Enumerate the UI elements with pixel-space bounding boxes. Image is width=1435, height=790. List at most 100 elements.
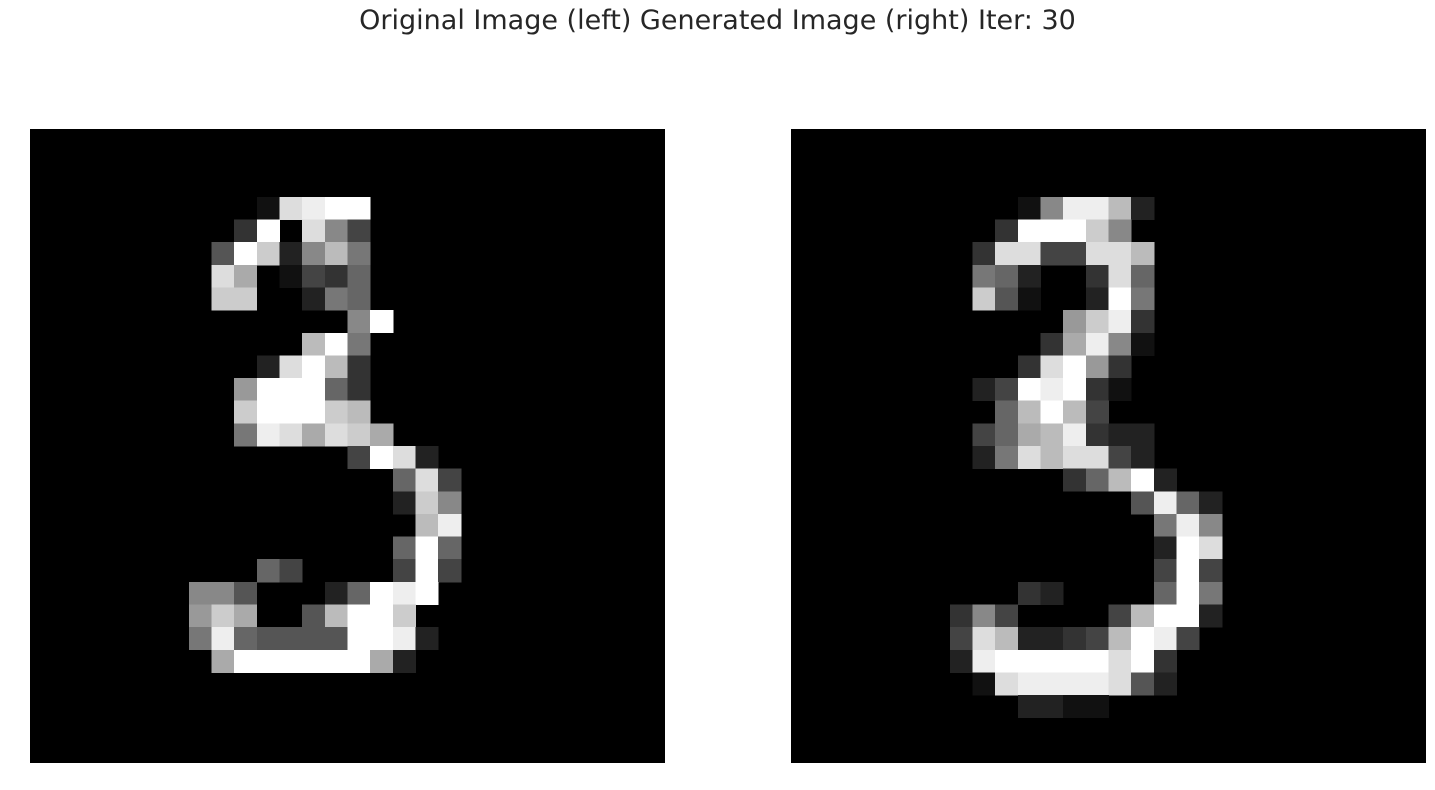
pixel [1085, 196, 1109, 221]
pixel [1040, 400, 1064, 424]
pixel [1131, 468, 1155, 492]
pixel [347, 242, 371, 266]
pixel [324, 264, 348, 288]
pixel [211, 581, 235, 605]
pixel [324, 355, 348, 379]
pixel [1063, 672, 1087, 696]
pixel [1108, 627, 1132, 651]
pixel [302, 332, 326, 356]
pixel [1040, 242, 1064, 266]
pixel [1131, 196, 1155, 221]
pixel [972, 649, 996, 673]
pixel [256, 242, 280, 266]
pixel [347, 423, 371, 447]
pixel [324, 604, 348, 628]
pixel [279, 627, 303, 651]
pixel [1131, 287, 1155, 311]
pixel [1040, 627, 1064, 651]
pixel [370, 446, 394, 470]
pixel [370, 627, 394, 651]
pixel [347, 581, 371, 605]
pixel [324, 581, 348, 605]
pixel [1153, 559, 1177, 583]
pixel [1176, 536, 1200, 560]
pixel [1040, 649, 1064, 673]
pixel [347, 310, 371, 334]
pixel [1040, 672, 1064, 696]
pixel [1153, 581, 1177, 605]
pixel [1131, 332, 1155, 356]
pixel [347, 332, 371, 356]
pixel [1040, 581, 1064, 605]
pixel [256, 355, 280, 379]
pixel [392, 491, 416, 515]
pixel [279, 559, 303, 583]
pixel [1085, 355, 1109, 379]
pixel [1017, 355, 1041, 379]
pixel [1108, 242, 1132, 266]
pixel [1153, 468, 1177, 492]
original-image [188, 196, 462, 673]
pixel [1108, 423, 1132, 447]
pixel [279, 378, 303, 402]
pixel [256, 400, 280, 424]
pixel [995, 423, 1019, 447]
pixel [1085, 332, 1109, 356]
pixel [1108, 378, 1132, 402]
pixel [438, 536, 462, 560]
pixel [1108, 196, 1132, 221]
pixel [234, 287, 258, 311]
pixel [1063, 219, 1087, 243]
pixel [324, 423, 348, 447]
figure-title: Original Image (left) Generated Image (r… [359, 5, 1076, 36]
pixel [1199, 536, 1223, 560]
pixel [995, 627, 1019, 651]
pixel [256, 196, 280, 221]
pixel [256, 649, 280, 673]
pixel [256, 378, 280, 402]
pixel [1040, 446, 1064, 470]
pixel [302, 627, 326, 651]
pixel [1199, 491, 1223, 515]
pixel [256, 423, 280, 447]
pixel [347, 446, 371, 470]
pixel [392, 468, 416, 492]
pixel [949, 627, 973, 651]
pixel [1085, 468, 1109, 492]
pixel [1063, 468, 1087, 492]
pixel [302, 264, 326, 288]
pixel [1108, 649, 1132, 673]
pixel [1153, 491, 1177, 515]
pixel [302, 423, 326, 447]
pixel [1040, 355, 1064, 379]
pixel [211, 649, 235, 673]
pixel [1176, 513, 1200, 538]
pixel [972, 287, 996, 311]
pixel [1108, 468, 1132, 492]
pixel [279, 400, 303, 424]
pixel [1108, 355, 1132, 379]
pixel [392, 627, 416, 651]
pixel [234, 400, 258, 424]
pixel [1153, 604, 1177, 628]
pixel [347, 264, 371, 288]
pixel [1153, 536, 1177, 560]
pixel [1108, 287, 1132, 311]
pixel [1131, 604, 1155, 628]
pixel [415, 627, 439, 651]
pixel [347, 604, 371, 628]
pixel [415, 468, 439, 492]
pixel [302, 400, 326, 424]
pixel [415, 491, 439, 515]
pixel [1108, 310, 1132, 334]
pixel [324, 627, 348, 651]
pixel [1017, 400, 1041, 424]
pixel [370, 649, 394, 673]
pixel [1040, 332, 1064, 356]
pixel [324, 332, 348, 356]
pixel [324, 287, 348, 311]
pixel [188, 581, 212, 605]
pixel [995, 672, 1019, 696]
pixel [234, 649, 258, 673]
pixel [972, 423, 996, 447]
